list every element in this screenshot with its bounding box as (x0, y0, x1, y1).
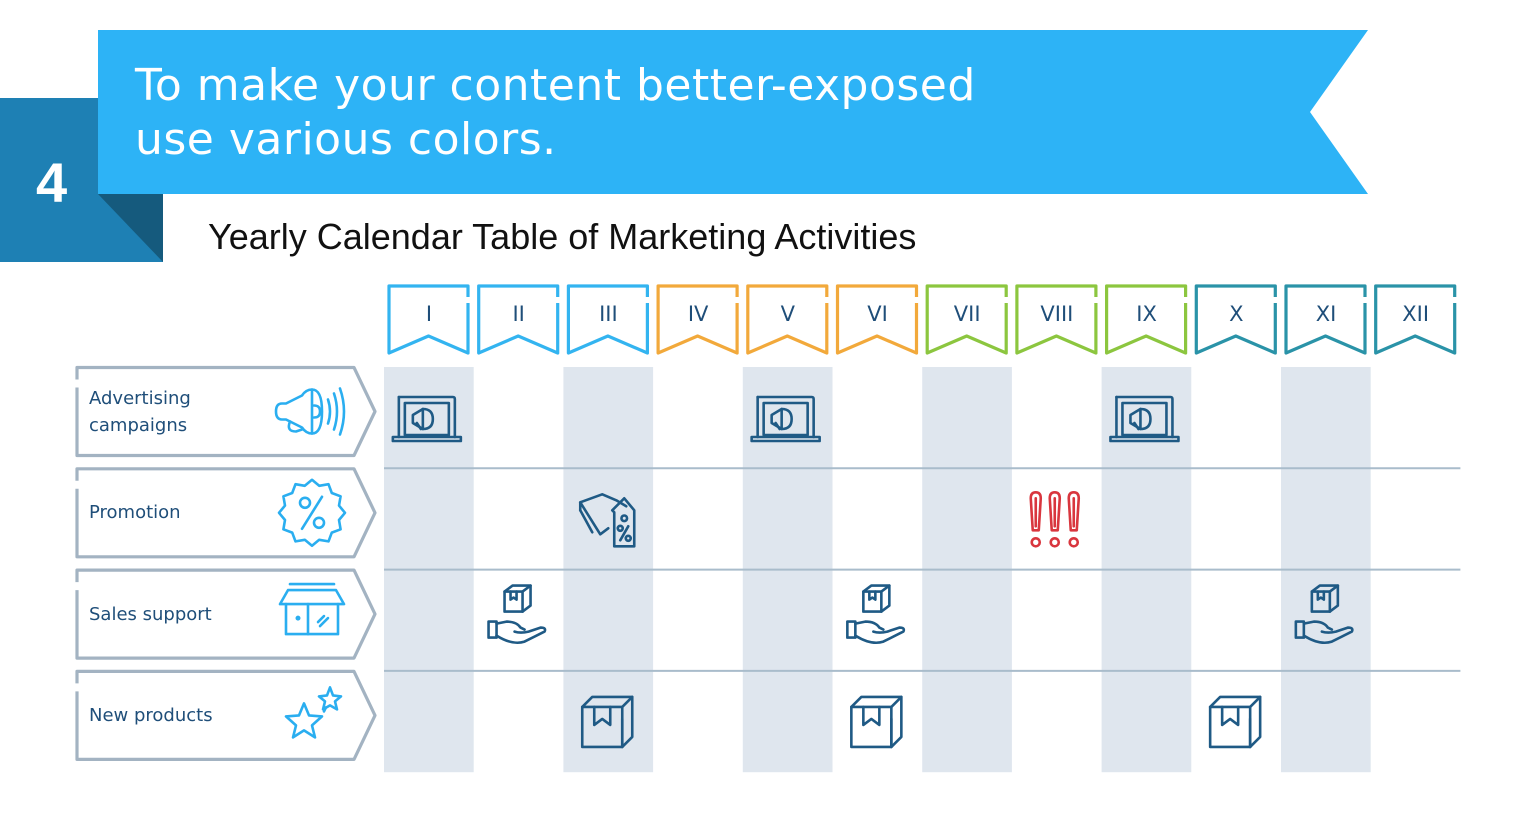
month-label: VIII (1040, 302, 1074, 326)
stars-icon-part (322, 706, 328, 713)
row-label: New products (89, 702, 213, 729)
box-icon-part (1248, 695, 1262, 709)
slide: 4 To make your content better-exposed us… (0, 0, 1536, 828)
box-icon-part (890, 695, 903, 709)
box-icon (850, 695, 903, 749)
month-label: VII (953, 302, 981, 326)
box-icon-part (1208, 705, 1252, 749)
month-label: XII (1402, 302, 1430, 326)
month-label: V (780, 302, 795, 326)
box-icon-part (850, 705, 893, 749)
row-label: Advertising campaigns (89, 385, 191, 439)
month-label: IX (1136, 302, 1157, 326)
hand-box-icon-part (854, 620, 885, 631)
hand-box-icon (846, 584, 906, 645)
hand-box-icon-part (495, 626, 547, 645)
hand-box-icon (487, 584, 547, 645)
row-label-line: Promotion (89, 502, 181, 524)
hand-box-icon-part (503, 590, 524, 613)
row-label-line: campaigns (89, 414, 188, 436)
month-label: XI (1315, 302, 1337, 326)
month-label: IV (687, 302, 709, 326)
month-label: III (599, 302, 618, 326)
hand-box-icon-part (862, 590, 883, 613)
month-label: II (512, 302, 525, 326)
exclamation-marks-icon-part (1030, 536, 1042, 548)
page-subtitle: Yearly Calendar Table of Marketing Activ… (208, 216, 917, 257)
exclamation-marks-icon-part (1068, 536, 1080, 548)
hand-box-icon-part (854, 626, 906, 645)
box-icon-part (862, 705, 881, 727)
month-label: I (425, 302, 433, 326)
row-label-line: New products (89, 704, 213, 726)
headline-banner (98, 30, 1368, 194)
row-label-line: Sales support (89, 603, 212, 625)
row-label: Promotion (89, 499, 181, 526)
exclamation-marks-icon-part (1049, 536, 1061, 548)
month-label: X (1229, 302, 1244, 326)
row-label: Sales support (89, 601, 212, 628)
activity-icons (391, 395, 1354, 749)
month-label: VI (867, 302, 888, 326)
headline-line-2: use various colors. (135, 114, 557, 165)
calendar-grid (384, 367, 1461, 773)
hand-box-icon-part (495, 620, 526, 631)
row-label-line: Advertising (89, 387, 191, 409)
box-icon (1208, 695, 1262, 749)
exclamation-marks-icon (1029, 490, 1081, 548)
box-icon-part (1220, 705, 1240, 727)
storefront-icon-part (295, 615, 301, 621)
step-number: 4 (36, 151, 68, 214)
headline-line-1: To make your content better-exposed (135, 60, 976, 111)
